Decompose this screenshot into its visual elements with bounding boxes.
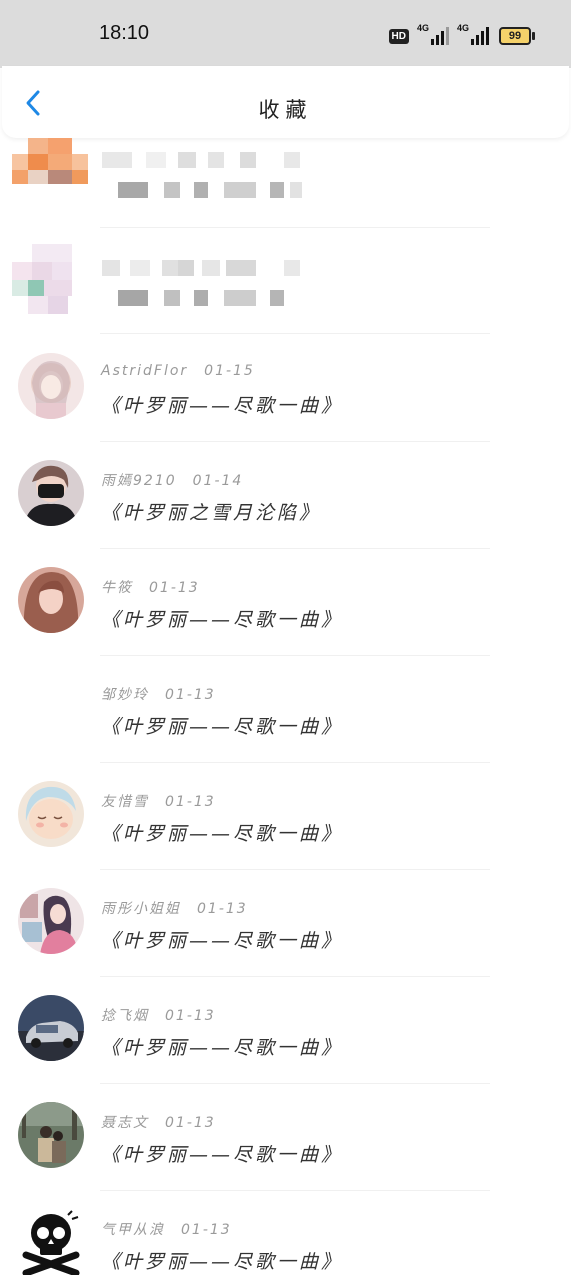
avatar[interactable] — [18, 460, 84, 526]
author-name: 友惜雪 — [101, 794, 149, 810]
author-name: 捻飞烟 — [101, 1008, 149, 1024]
item-date: 01-13 — [149, 580, 200, 596]
item-date: 01-13 — [165, 1115, 216, 1131]
item-meta: 邹妙玲 01-13 — [101, 684, 216, 704]
list-item[interactable]: 气甲从浪 01-13 《叶罗丽——尽歌一曲》 — [0, 1191, 571, 1280]
avatar[interactable] — [18, 567, 84, 633]
author-name: 邹妙玲 — [101, 687, 149, 703]
item-date: 01-15 — [204, 363, 255, 379]
battery-icon: 99 — [499, 27, 535, 45]
item-meta: AstridFlor 01-15 — [101, 363, 255, 379]
item-title: 《叶罗丽——尽歌一曲》 — [101, 1144, 344, 1166]
avatar[interactable] — [18, 781, 84, 847]
item-meta: 雨嫣9210 01-14 — [101, 470, 243, 490]
avatar[interactable] — [18, 353, 84, 419]
list-item[interactable]: 捻飞烟 01-13 《叶罗丽——尽歌一曲》 — [0, 977, 571, 1084]
pixelated-text — [102, 152, 332, 212]
item-title: 《叶罗丽——尽歌一曲》 — [101, 395, 344, 417]
item-title: 《叶罗丽——尽歌一曲》 — [101, 823, 344, 845]
status-bar: 18:10 HD 4G 4G 99 — [0, 0, 571, 68]
item-title: 《叶罗丽——尽歌一曲》 — [101, 930, 344, 952]
nav-header: 收藏 — [2, 66, 569, 138]
list-item[interactable]: 雨彤小姐姐 01-13 《叶罗丽——尽歌一曲》 — [0, 870, 571, 977]
battery-level: 99 — [499, 27, 531, 45]
item-date: 01-13 — [181, 1222, 232, 1238]
list-item[interactable]: 邹妙玲 01-13 《叶罗丽——尽歌一曲》 — [0, 656, 571, 763]
status-time: 18:10 — [99, 22, 150, 44]
pixelated-avatar — [12, 244, 88, 320]
item-title: 《叶罗丽——尽歌一曲》 — [101, 1037, 344, 1059]
item-meta: 聂志文 01-13 — [101, 1112, 216, 1132]
author-name: 雨彤小姐姐 — [101, 901, 181, 917]
network-label: 4G — [417, 23, 430, 33]
item-date: 01-13 — [165, 687, 216, 703]
item-meta: 牛筱 01-13 — [101, 577, 200, 597]
item-title: 《叶罗丽——尽歌一曲》 — [101, 1251, 344, 1273]
item-date: 01-13 — [197, 901, 248, 917]
list-item[interactable]: 友惜雪 01-13 《叶罗丽——尽歌一曲》 — [0, 763, 571, 870]
list-item[interactable]: 雨嫣9210 01-14 《叶罗丽之雪月沦陷》 — [0, 442, 571, 549]
list-item[interactable]: 聂志文 01-13 《叶罗丽——尽歌一曲》 — [0, 1084, 571, 1191]
hd-voice-icon: HD — [388, 28, 409, 44]
signal-icon: 4G — [417, 23, 449, 45]
item-title: 《叶罗丽——尽歌一曲》 — [101, 716, 344, 738]
list-item-redacted[interactable] — [0, 138, 571, 245]
list-item[interactable]: AstridFlor 01-15 《叶罗丽——尽歌一曲》 — [0, 335, 571, 442]
network-label-2: 4G — [457, 23, 470, 33]
author-name: 聂志文 — [101, 1115, 149, 1131]
pixelated-avatar — [12, 138, 88, 186]
author-name: 雨嫣9210 — [101, 473, 177, 489]
item-meta: 友惜雪 01-13 — [101, 791, 216, 811]
item-meta: 捻飞烟 01-13 — [101, 1005, 216, 1025]
author-name: AstridFlor — [101, 363, 189, 379]
avatar[interactable] — [18, 888, 84, 954]
item-date: 01-14 — [192, 473, 244, 489]
author-name: 牛筱 — [101, 580, 133, 596]
status-icons: HD 4G 4G 99 — [388, 23, 535, 47]
item-meta: 雨彤小姐姐 01-13 — [101, 898, 248, 918]
list-item[interactable]: 牛筱 01-13 《叶罗丽——尽歌一曲》 — [0, 549, 571, 656]
signal-icon-2: 4G — [457, 23, 489, 45]
item-date: 01-13 — [165, 794, 216, 810]
avatar[interactable] — [18, 1209, 84, 1275]
item-date: 01-13 — [165, 1008, 216, 1024]
page-title: 收藏 — [258, 98, 313, 122]
item-title: 《叶罗丽之雪月沦陷》 — [101, 502, 322, 524]
avatar[interactable] — [18, 674, 84, 740]
pixelated-text — [102, 260, 332, 320]
avatar[interactable] — [18, 1102, 84, 1168]
item-title: 《叶罗丽——尽歌一曲》 — [101, 609, 344, 631]
avatar[interactable] — [18, 995, 84, 1061]
author-name: 气甲从浪 — [101, 1222, 165, 1238]
item-meta: 气甲从浪 01-13 — [101, 1219, 232, 1239]
